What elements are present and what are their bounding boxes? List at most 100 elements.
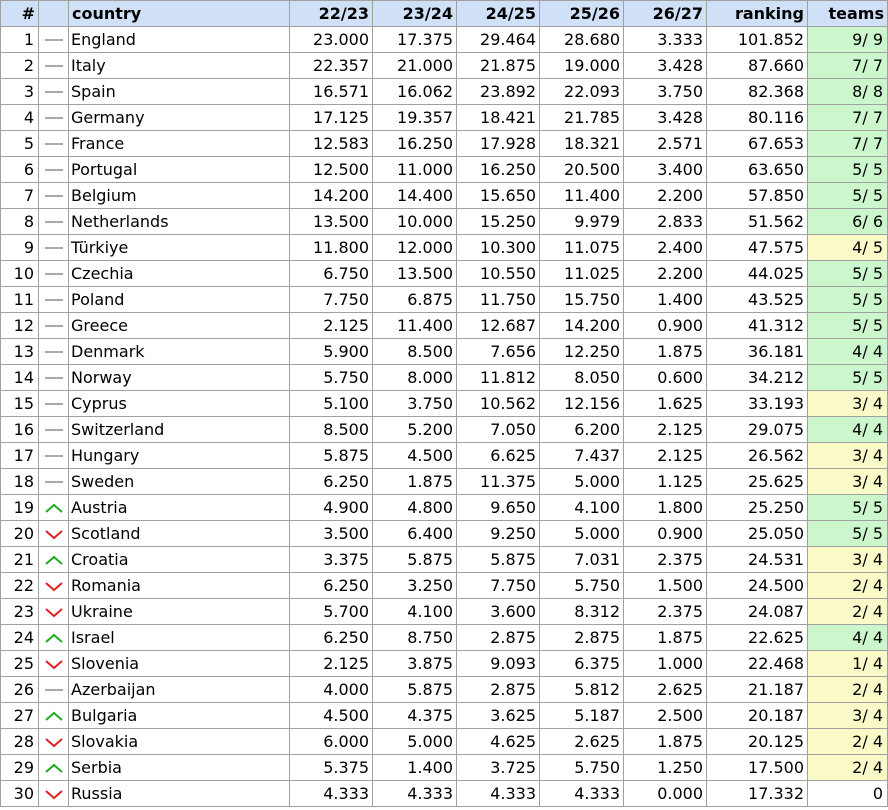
season-3-cell: 9.250 [456,520,540,547]
season-3-cell: 11.375 [456,468,540,495]
season-2-cell: 19.357 [372,104,457,131]
season-1-cell: 16.571 [289,78,373,105]
season-4-cell: 5.000 [539,468,624,495]
season-3-cell: 12.687 [456,312,540,339]
col-header-trend[interactable] [38,0,69,27]
season-1-cell: 14.200 [289,182,373,209]
table-row[interactable]: 3 Spain 16.571 16.062 23.892 22.093 3.750 82.36… [0,78,888,105]
table-row[interactable]: 25 Slovenia 2.125 3.875 9.093 6.375 1.000 22.46… [0,650,888,677]
country-cell: Serbia [68,754,290,781]
col-header-ranking[interactable]: ranking [706,0,808,27]
season-1-cell: 5.875 [289,442,373,469]
season-5-cell: 1.875 [623,624,707,651]
season-3-cell: 3.600 [456,598,540,625]
season-2-cell: 8.500 [372,338,457,365]
season-3-cell: 4.333 [456,780,540,807]
col-header-season-2[interactable]: 23/24 [372,0,457,27]
col-header-rank[interactable]: # [0,0,39,27]
table-row[interactable]: 20 Scotland 3.500 6.400 9.250 5.000 0.900 25.05… [0,520,888,547]
col-header-season-4[interactable]: 25/26 [539,0,624,27]
col-header-season-3[interactable]: 24/25 [456,0,540,27]
ranking-cell: 41.312 [706,312,808,339]
trend-down-icon [44,529,63,539]
table-row[interactable]: 19 Austria 4.900 4.800 9.650 4.100 1.800 25.250… [0,494,888,521]
table-row[interactable]: 2 Italy 22.357 21.000 21.875 19.000 3.428 87.66… [0,52,888,79]
table-row[interactable]: 17 Hungary 5.875 4.500 6.625 7.437 2.125 26.562… [0,442,888,469]
trend-up-icon [44,763,63,773]
table-row[interactable]: 6 Portugal 12.500 11.000 16.250 20.500 3.400 63… [0,156,888,183]
season-3-cell: 15.650 [456,182,540,209]
rank-cell: 4 [0,104,39,131]
table-row[interactable]: 21 Croatia 3.375 5.875 5.875 7.031 2.375 24.531… [0,546,888,573]
table-row[interactable]: 27 Bulgaria 4.500 4.375 3.625 5.187 2.500 20.18… [0,702,888,729]
trend-same-icon [44,324,63,327]
teams-cell: 1/ 4 [807,650,888,677]
trend-same-icon [44,272,63,275]
ranking-cell: 24.531 [706,546,808,573]
table-row[interactable]: 23 Ukraine 5.700 4.100 3.600 8.312 2.375 24.087… [0,598,888,625]
table-row[interactable]: 13 Denmark 5.900 8.500 7.656 12.250 1.875 36.18… [0,338,888,365]
table-row[interactable]: 26 Azerbaijan 4.000 5.875 2.875 5.812 2.625 21.… [0,676,888,703]
ranking-cell: 87.660 [706,52,808,79]
table-row[interactable]: 18 Sweden 6.250 1.875 11.375 5.000 1.125 25.625… [0,468,888,495]
rank-cell: 13 [0,338,39,365]
rank-cell: 12 [0,312,39,339]
table-row[interactable]: 14 Norway 5.750 8.000 11.812 8.050 0.600 34.212… [0,364,888,391]
ranking-cell: 80.116 [706,104,808,131]
country-cell: Ukraine [68,598,290,625]
table-row[interactable]: 1 England 23.000 17.375 29.464 28.680 3.333 101… [0,26,888,53]
season-5-cell: 0.000 [623,780,707,807]
table-row[interactable]: 9 Türkiye 11.800 12.000 10.300 11.075 2.400 47.… [0,234,888,261]
teams-cell: 4/ 4 [807,416,888,443]
country-cell: Scotland [68,520,290,547]
ranking-cell: 25.625 [706,468,808,495]
ranking-cell: 57.850 [706,182,808,209]
season-2-cell: 4.100 [372,598,457,625]
season-5-cell: 2.200 [623,182,707,209]
col-header-season-1[interactable]: 22/23 [289,0,373,27]
ranking-cell: 29.075 [706,416,808,443]
season-4-cell: 4.100 [539,494,624,521]
table-row[interactable]: 30 Russia 4.333 4.333 4.333 4.333 0.000 17.332 0 [0,780,888,807]
season-1-cell: 5.750 [289,364,373,391]
season-2-cell: 1.400 [372,754,457,781]
col-header-country[interactable]: country [68,0,290,27]
season-1-cell: 6.250 [289,572,373,599]
rank-cell: 3 [0,78,39,105]
table-row[interactable]: 11 Poland 7.750 6.875 11.750 15.750 1.400 43.52… [0,286,888,313]
season-3-cell: 21.875 [456,52,540,79]
table-row[interactable]: 24 Israel 6.250 8.750 2.875 2.875 1.875 22.625 4… [0,624,888,651]
season-5-cell: 3.428 [623,104,707,131]
season-4-cell: 8.050 [539,364,624,391]
table-row[interactable]: 29 Serbia 5.375 1.400 3.725 5.750 1.250 17.500 2… [0,754,888,781]
col-header-teams[interactable]: teams [807,0,888,27]
trend-cell [38,468,69,495]
table-row[interactable]: 8 Netherlands 13.500 10.000 15.250 9.979 2.833… [0,208,888,235]
season-2-cell: 4.333 [372,780,457,807]
season-3-cell: 11.750 [456,286,540,313]
table-row[interactable]: 22 Romania 6.250 3.250 7.750 5.750 1.500 24.500… [0,572,888,599]
table-row[interactable]: 15 Cyprus 5.100 3.750 10.562 12.156 1.625 33.19… [0,390,888,417]
season-3-cell: 2.875 [456,624,540,651]
season-5-cell: 1.625 [623,390,707,417]
trend-same-icon [44,246,63,249]
col-header-season-5[interactable]: 26/27 [623,0,707,27]
table-row[interactable]: 12 Greece 2.125 11.400 12.687 14.200 0.900 41.3… [0,312,888,339]
season-2-cell: 21.000 [372,52,457,79]
ranking-cell: 24.500 [706,572,808,599]
table-row[interactable]: 5 France 12.583 16.250 17.928 18.321 2.571 67.6… [0,130,888,157]
season-5-cell: 3.428 [623,52,707,79]
rank-cell: 22 [0,572,39,599]
rank-cell: 29 [0,754,39,781]
season-4-cell: 18.321 [539,130,624,157]
table-row[interactable]: 10 Czechia 6.750 13.500 10.550 11.025 2.200 44.… [0,260,888,287]
rank-cell: 26 [0,676,39,703]
table-row[interactable]: 7 Belgium 14.200 14.400 15.650 11.400 2.200 57.… [0,182,888,209]
table-row[interactable]: 16 Switzerland 8.500 5.200 7.050 6.200 2.125 29… [0,416,888,443]
rank-cell: 19 [0,494,39,521]
table-row[interactable]: 4 Germany 17.125 19.357 18.421 21.785 3.428 80.… [0,104,888,131]
season-5-cell: 0.900 [623,520,707,547]
teams-cell: 7/ 7 [807,104,888,131]
trend-cell [38,104,69,131]
table-row[interactable]: 28 Slovakia 6.000 5.000 4.625 2.625 1.875 20.12… [0,728,888,755]
